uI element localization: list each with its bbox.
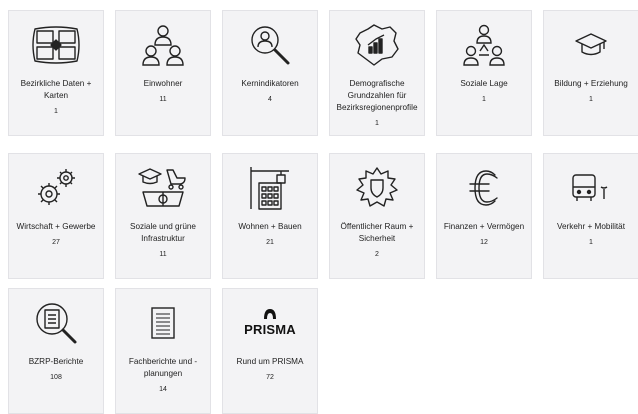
tile-count: 1 bbox=[375, 120, 379, 127]
tile-label: Soziale und grüne Infrastruktur 11 bbox=[118, 221, 208, 260]
euro-icon bbox=[436, 163, 532, 213]
tile-count: 4 bbox=[268, 96, 272, 103]
graduation-cap-icon bbox=[543, 20, 638, 70]
tile-label: Demografische Grundzahlen für Bezirksreg… bbox=[332, 78, 422, 129]
tile-label: Verkehr + Mobilität 1 bbox=[546, 221, 636, 248]
tile-verkehr-mobilitaet[interactable]: Verkehr + Mobilität 1 bbox=[543, 153, 638, 279]
tile-label: Soziale Lage 1 bbox=[439, 78, 529, 105]
tile-label: Kernindikatoren 4 bbox=[225, 78, 315, 105]
tile-bzrp-berichte[interactable]: BZRP-Berichte 108 bbox=[8, 288, 104, 414]
tile-count: 27 bbox=[52, 239, 60, 246]
shield-badge-icon bbox=[329, 163, 425, 213]
tile-count: 21 bbox=[266, 239, 274, 246]
tile-label: Rund um PRISMA 72 bbox=[225, 356, 315, 383]
tile-bildung-erziehung[interactable]: Bildung + Erziehung 1 bbox=[543, 10, 638, 136]
tile-label: Wirtschaft + Gewerbe 27 bbox=[11, 221, 101, 248]
tile-bezirkliche-daten[interactable]: Bezirkliche Daten + Karten 1 bbox=[8, 10, 104, 136]
tile-count: 11 bbox=[159, 251, 167, 258]
tile-count: 14 bbox=[159, 386, 167, 393]
tile-label: Wohnen + Bauen 21 bbox=[225, 221, 315, 248]
tile-soziale-gruene-infrastruktur[interactable]: Soziale und grüne Infrastruktur 11 bbox=[115, 153, 211, 279]
social-network-icon bbox=[436, 20, 532, 70]
tile-soziale-lage[interactable]: Soziale Lage 1 bbox=[436, 10, 532, 136]
tile-wirtschaft-gewerbe[interactable]: Wirtschaft + Gewerbe 27 bbox=[8, 153, 104, 279]
tile-demografische-grundzahlen[interactable]: Demografische Grundzahlen für Bezirksreg… bbox=[329, 10, 425, 136]
tile-count: 2 bbox=[375, 251, 379, 258]
document-icon bbox=[115, 298, 211, 348]
tile-label: Finanzen + Vermögen 12 bbox=[439, 221, 529, 248]
tile-label: Öffentlicher Raum + Sicherheit 2 bbox=[332, 221, 422, 260]
tile-rund-um-prisma[interactable]: PRISMA Rund um PRISMA 72 bbox=[222, 288, 318, 414]
tile-label: Bezirkliche Daten + Karten 1 bbox=[11, 78, 101, 117]
tile-finanzen-vermoegen[interactable]: Finanzen + Vermögen 12 bbox=[436, 153, 532, 279]
tile-label: Fachberichte und -planungen 14 bbox=[118, 356, 208, 395]
tile-count: 12 bbox=[480, 239, 488, 246]
tile-count: 1 bbox=[589, 239, 593, 246]
people-group-icon bbox=[115, 20, 211, 70]
person-search-icon bbox=[222, 20, 318, 70]
tile-oeffentlicher-raum[interactable]: Öffentlicher Raum + Sicherheit 2 bbox=[329, 153, 425, 279]
tile-kernindikatoren[interactable]: Kernindikatoren 4 bbox=[222, 10, 318, 136]
tile-count: 72 bbox=[266, 374, 274, 381]
bus-icon bbox=[543, 163, 638, 213]
tile-wohnen-bauen[interactable]: Wohnen + Bauen 21 bbox=[222, 153, 318, 279]
tile-count: 1 bbox=[54, 108, 58, 115]
tile-label: BZRP-Berichte 108 bbox=[11, 356, 101, 383]
prisma-logo-icon: PRISMA bbox=[222, 298, 318, 348]
tile-einwohner[interactable]: Einwohner 11 bbox=[115, 10, 211, 136]
tile-fachberichte-planungen[interactable]: Fachberichte und -planungen 14 bbox=[115, 288, 211, 414]
tile-count: 11 bbox=[159, 96, 167, 103]
tile-count: 1 bbox=[589, 96, 593, 103]
document-search-icon bbox=[8, 298, 104, 348]
tile-count: 1 bbox=[482, 96, 486, 103]
tile-label: Einwohner 11 bbox=[118, 78, 208, 105]
infrastructure-icon bbox=[115, 163, 211, 213]
district-chart-icon bbox=[329, 20, 425, 70]
building-icon bbox=[222, 163, 318, 213]
gears-icon bbox=[8, 163, 104, 213]
tile-label: Bildung + Erziehung 1 bbox=[546, 78, 636, 105]
tile-count: 108 bbox=[50, 374, 62, 381]
map-icon bbox=[8, 20, 104, 70]
prisma-logo-text: PRISMA bbox=[244, 322, 296, 337]
